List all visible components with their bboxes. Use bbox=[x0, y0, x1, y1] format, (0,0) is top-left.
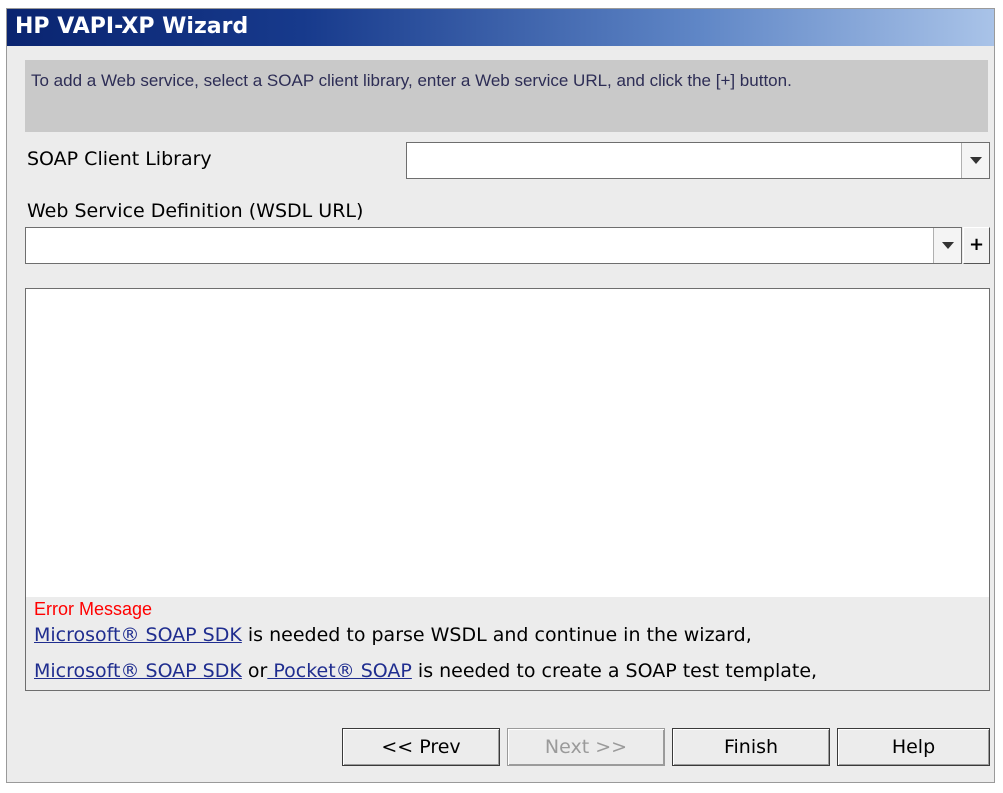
finish-button[interactable]: Finish bbox=[672, 728, 830, 766]
instructions-banner: To add a Web service, select a SOAP clie… bbox=[25, 60, 988, 132]
error-line-2-text: is needed to create a SOAP test template… bbox=[411, 660, 818, 682]
error-message-panel: Error Message Microsoft® SOAP SDK is nee… bbox=[25, 597, 990, 691]
soap-client-library-label: SOAP Client Library bbox=[27, 148, 212, 170]
error-message-title: Error Message bbox=[34, 599, 153, 619]
soap-client-library-dropdown[interactable] bbox=[406, 142, 990, 179]
add-web-service-button[interactable]: + bbox=[963, 227, 990, 264]
chevron-down-icon bbox=[942, 242, 954, 249]
error-line-2: Microsoft® SOAP SDK or Pocket® SOAP is n… bbox=[34, 660, 817, 682]
wsdl-url-combobox[interactable] bbox=[25, 227, 962, 264]
next-button[interactable]: Next >> bbox=[507, 728, 665, 766]
wsdl-url-label: Web Service Definition (WSDL URL) bbox=[27, 200, 364, 222]
error-line-1: Microsoft® SOAP SDK is needed to parse W… bbox=[34, 624, 752, 646]
title-bar[interactable]: HP VAPI-XP Wizard bbox=[7, 9, 994, 46]
chevron-down-icon bbox=[970, 157, 982, 164]
instructions-text: To add a Web service, select a SOAP clie… bbox=[31, 71, 792, 90]
prev-button[interactable]: << Prev bbox=[342, 728, 500, 766]
web-service-list[interactable] bbox=[25, 288, 990, 598]
microsoft-soap-sdk-link[interactable]: Microsoft® SOAP SDK bbox=[34, 624, 242, 646]
wizard-window: HP VAPI-XP Wizard To add a Web service, … bbox=[6, 8, 995, 783]
error-line-1-text: is needed to parse WSDL and continue in … bbox=[241, 624, 752, 646]
help-button[interactable]: Help bbox=[837, 728, 990, 766]
wsdl-url-dropdown-button[interactable] bbox=[933, 228, 961, 263]
window-title: HP VAPI-XP Wizard bbox=[15, 14, 249, 39]
or-text: or bbox=[241, 660, 268, 682]
pocket-soap-link[interactable]: Pocket® SOAP bbox=[267, 660, 412, 682]
microsoft-soap-sdk-link[interactable]: Microsoft® SOAP SDK bbox=[34, 660, 242, 682]
soap-client-library-dropdown-button[interactable] bbox=[961, 143, 989, 178]
